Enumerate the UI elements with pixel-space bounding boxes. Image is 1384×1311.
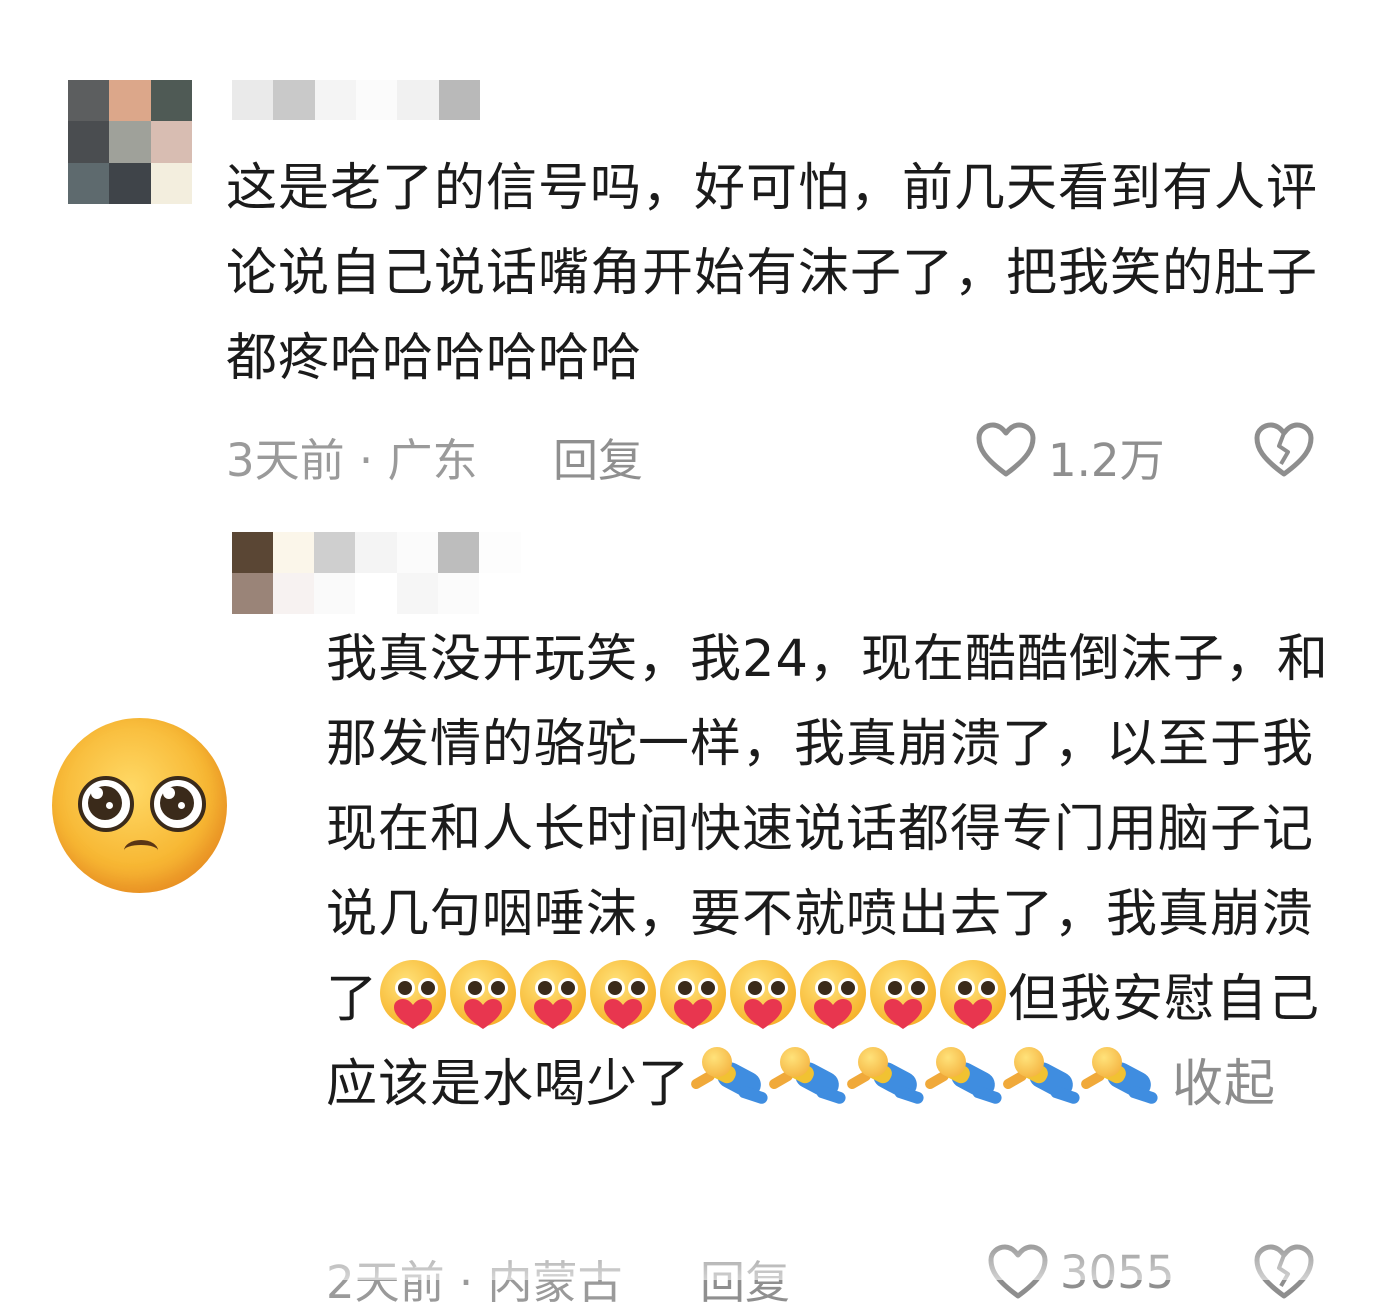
username[interactable] <box>314 532 562 614</box>
collapse-button[interactable]: 收起 <box>1172 1055 1276 1114</box>
heart-hug-emoji <box>588 960 658 1030</box>
comment-time-location: 3天前 · 广东 <box>226 434 478 487</box>
heart-hug-emoji <box>938 960 1008 1030</box>
like-button[interactable] <box>976 422 1036 478</box>
like-count: 1.2万 <box>1048 434 1165 487</box>
fainted-person-emoji <box>923 1045 1004 1115</box>
emoji-row <box>378 960 1008 1029</box>
comment-text: 我真没开玩笑，我24，现在酷酷倒沫子，和那发情的骆驼一样，我真崩溃了，以至于我现… <box>326 617 1336 1127</box>
avatar[interactable] <box>68 80 192 204</box>
heart-hug-emoji <box>658 960 728 1030</box>
avatar[interactable] <box>232 532 314 614</box>
reply-button[interactable]: 回复 <box>553 424 643 489</box>
heart-hug-emoji <box>448 960 518 1030</box>
username[interactable] <box>232 80 480 120</box>
heart-hug-emoji <box>728 960 798 1030</box>
broken-heart-icon <box>1254 422 1314 478</box>
heart-outline-icon <box>976 422 1036 478</box>
bottom-fade <box>0 1235 1384 1280</box>
dislike-button[interactable] <box>1254 422 1314 478</box>
heart-hug-emoji <box>378 960 448 1030</box>
fainted-person-emoji <box>767 1045 848 1115</box>
heart-hug-emoji <box>798 960 868 1030</box>
heart-hug-emoji <box>518 960 588 1030</box>
fainted-person-emoji <box>845 1045 926 1115</box>
comment-text: 这是老了的信号吗，好可怕，前几天看到有人评论说自己说话嘴角开始有沫子了，把我笑的… <box>226 159 1319 388</box>
fainted-person-emoji <box>689 1045 770 1115</box>
pleading-face-emoji <box>52 718 227 893</box>
fainted-person-emoji <box>1001 1045 1082 1115</box>
heart-hug-emoji <box>868 960 938 1030</box>
fainted-person-emoji <box>1079 1045 1160 1115</box>
emoji-row-faint <box>689 1047 1160 1114</box>
